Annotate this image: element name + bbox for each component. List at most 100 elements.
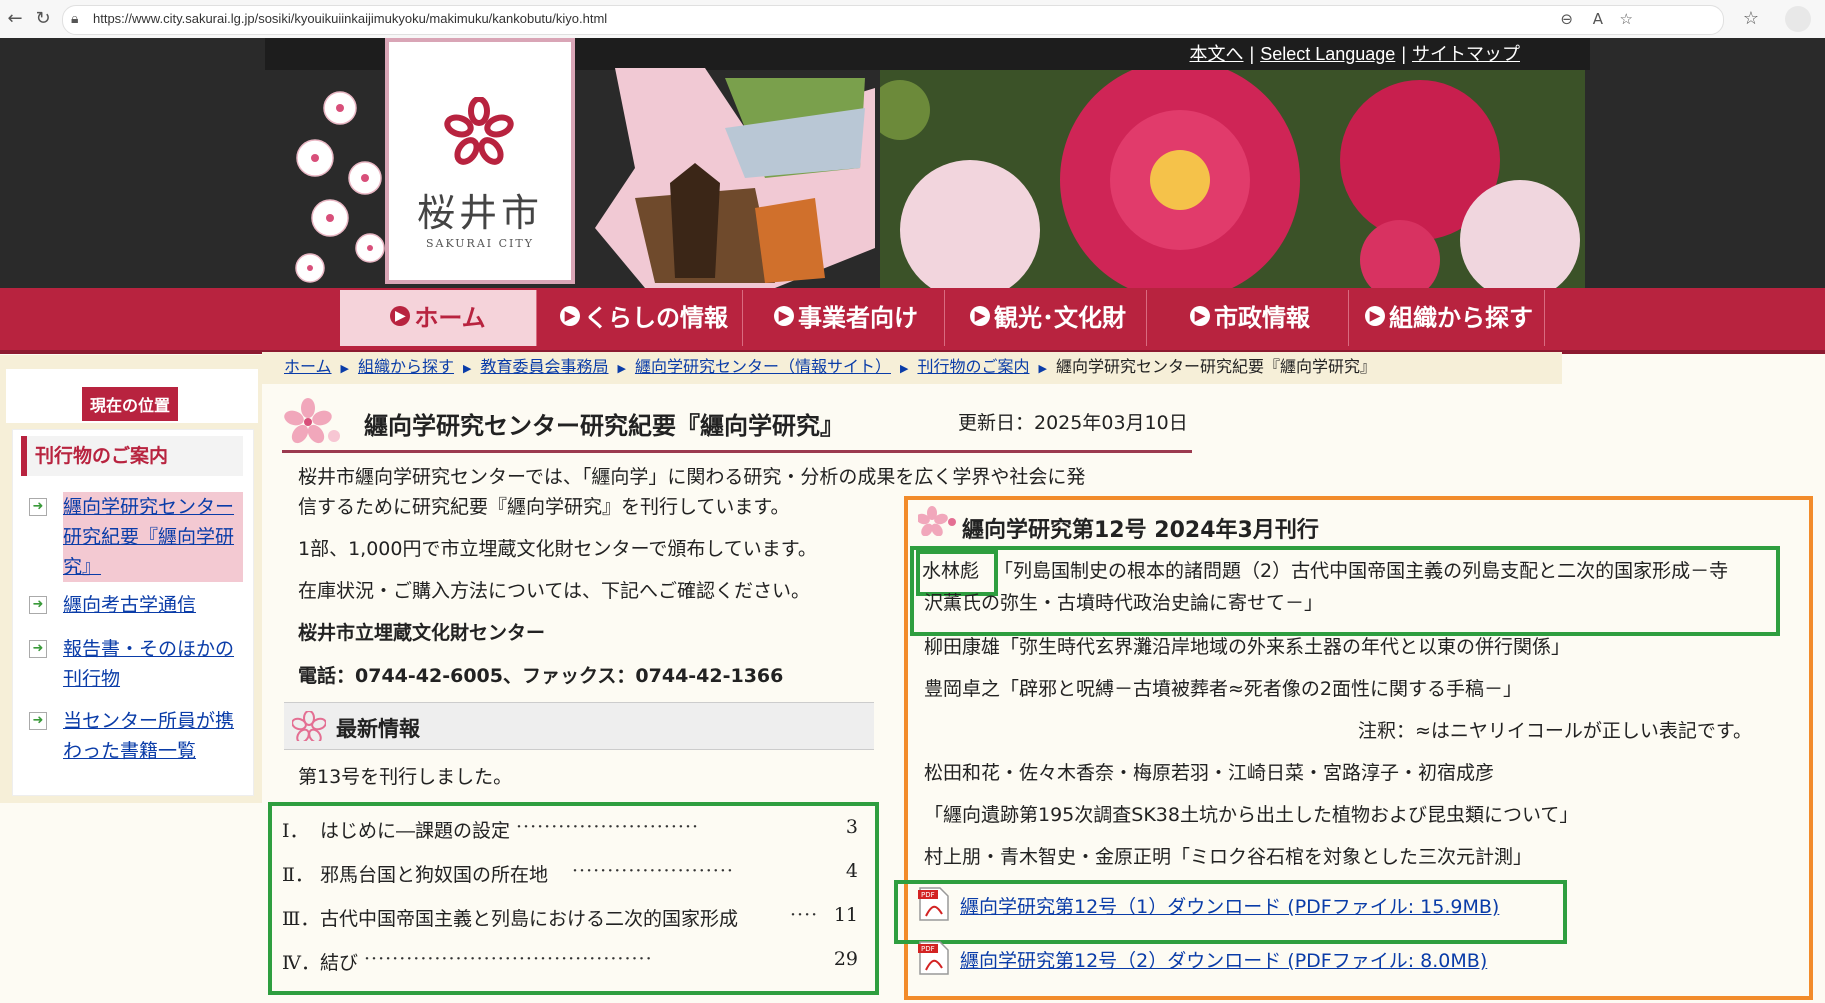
- breadcrumb-home[interactable]: ホーム: [284, 357, 332, 376]
- nav-arrow-icon: ▶: [1365, 306, 1385, 326]
- toc-num: Ⅰ．: [282, 820, 309, 842]
- nav-arrow-icon: ▶: [560, 306, 580, 326]
- pdf-icon: PDF: [918, 941, 949, 975]
- intro-line-1: 桜井市纒向学研究センターでは、「纒向学」に関わる研究・分析の成果を広く学界や社会…: [298, 466, 1086, 488]
- nav-arrow-icon: ▶: [774, 306, 794, 326]
- latest-info-heading: 最新情報: [284, 702, 874, 750]
- breadcrumb-separator-icon: ▶: [899, 362, 909, 375]
- nav-find-by-org-label: 組織から探す: [1389, 304, 1533, 332]
- article-4-authors: 松田和花・佐々木香奈・梅原若羽・江崎日菜・宮路淳子・初宿成彦: [924, 762, 1495, 784]
- arrow-bullet-icon: ➜: [29, 712, 47, 730]
- issue12-heading: 纒向学研究第12号 2024年3月刊行: [912, 504, 1792, 548]
- sitemap-link[interactable]: サイトマップ: [1412, 44, 1520, 64]
- arrow-bullet-icon: ➜: [29, 498, 47, 516]
- toc-num: Ⅳ．: [282, 952, 320, 974]
- sidebar-item-kiyo-link[interactable]: 纒向学研究センター 研究紀要『纒向学研 究』: [63, 492, 243, 582]
- zoom-icon[interactable]: ⊖: [1560, 10, 1573, 28]
- toc-title: 古代中国帝国主義と列島における二次的国家形成: [320, 908, 739, 930]
- sidebar-item-kiyo[interactable]: ➜ 纒向学研究センター 研究紀要『纒向学研 究』: [29, 492, 243, 584]
- nav-business-label: 事業者向け: [798, 304, 918, 332]
- issue12-title: 纒向学研究第12号 2024年3月刊行: [962, 518, 1319, 543]
- toc-row: Ⅱ． 邪馬台国と狗奴国の所在地 ······················· …: [282, 852, 862, 892]
- nav-living-info[interactable]: ▶ くらしの情報: [546, 290, 743, 346]
- sidebar-item-reports-link[interactable]: 報告書・そのほかの 刊行物: [63, 634, 243, 694]
- sidebar-item-tsushin-link[interactable]: 纒向考古学通信: [63, 590, 243, 620]
- nav-business[interactable]: ▶ 事業者向け: [748, 290, 945, 346]
- toc-num: Ⅲ．: [282, 908, 320, 930]
- peony-banner-image: [880, 70, 1585, 290]
- browser-toolbar: ← ↻ 🔒︎ https://www.city.sakurai.lg.jp/so…: [0, 0, 1825, 39]
- nav-city-admin[interactable]: ▶ 市政情報: [1152, 290, 1349, 346]
- download-pdf-2-link[interactable]: 纒向学研究第12号（2）ダウンロード (PDFファイル: 8.0MB): [960, 946, 1487, 973]
- sakura-photo-frame: [595, 68, 875, 288]
- nav-arrow-icon: ▶: [390, 306, 411, 326]
- nav-home[interactable]: ▶ ホーム: [340, 290, 537, 346]
- profile-icon[interactable]: [1785, 6, 1811, 32]
- article-5: 村上朋・青木智史・金原正明「ミロク谷石棺を対象とした三次元計測」: [924, 846, 1533, 868]
- sidebar-item-books[interactable]: ➜ 当センター所員が携 わった書籍一覧: [29, 706, 239, 768]
- toc-row: Ⅲ． 古代中国帝国主義と列島における二次的国家形成 ···· 11: [282, 896, 862, 936]
- nav-tourism-label: 観光･文化財: [994, 304, 1126, 332]
- sidebar-item-books-link[interactable]: 当センター所員が携 わった書籍一覧: [63, 706, 243, 766]
- breadcrumb-separator-icon: ▶: [1038, 362, 1047, 375]
- issue12-highlight-box: 纒向学研究第12号 2024年3月刊行 水林彪 「列島国制史の根本的諸問題（2）…: [894, 496, 1813, 1000]
- contact-phone: 電話：0744-42-6005、ファックス：0744-42-1366: [298, 665, 784, 687]
- flower-decoration-left: [295, 91, 385, 283]
- nav-home-label: ホーム: [414, 304, 486, 332]
- toc-num: Ⅱ．: [282, 864, 314, 886]
- nav-arrow-icon: ▶: [1190, 306, 1210, 326]
- arrow-bullet-icon: ➜: [29, 640, 47, 658]
- sidebar: 現在の位置 刊行物のご案内 ➜ 纒向学研究センター 研究紀要『纒向学研 究』 ➜ 纒…: [0, 355, 262, 803]
- skip-to-content-link[interactable]: 本文へ: [1190, 44, 1244, 64]
- city-logo[interactable]: 桜井市 SAKURAI CITY: [385, 38, 575, 284]
- breadcrumb-separator-icon: ▶: [617, 362, 626, 375]
- favorites-list-icon[interactable]: ☆: [1740, 8, 1762, 30]
- select-language-link[interactable]: Select Language: [1260, 44, 1395, 64]
- refresh-icon[interactable]: ↻: [32, 8, 54, 30]
- nav-tourism-culture[interactable]: ▶ 観光･文化財: [950, 290, 1147, 346]
- breadcrumb-publications[interactable]: 刊行物のご案内: [917, 357, 1029, 376]
- article-1-title-line-2: 沢薫氏の弥生・古墳時代政治史論に寄せて－」: [924, 592, 1324, 614]
- sidebar-item-tsushin[interactable]: ➜ 纒向考古学通信: [29, 590, 239, 622]
- read-aloud-icon[interactable]: A: [1593, 10, 1603, 28]
- article-1-title-line-1: 「列島国制史の根本的諸問題（2）古代中国帝国主義の列島支配と二次的国家形成－寺: [994, 560, 1729, 582]
- svg-text:PDF: PDF: [921, 945, 935, 953]
- nav-arrow-icon: ▶: [970, 306, 990, 326]
- pdf-icon: PDF: [918, 887, 949, 921]
- latest-info-title: 最新情報: [336, 717, 420, 741]
- breadcrumb-research-center[interactable]: 纒向学研究センター（情報サイト）: [635, 357, 891, 376]
- toc-row: Ⅳ． 結び ··································…: [282, 940, 862, 980]
- sakura-small-icon: [292, 711, 326, 741]
- toc-leader: ········································…: [364, 948, 653, 970]
- svg-text:PDF: PDF: [921, 891, 935, 899]
- nav-city-admin-label: 市政情報: [1214, 304, 1310, 332]
- breadcrumb-board-of-education[interactable]: 教育委員会事務局: [480, 357, 608, 376]
- download-pdf-1-link[interactable]: 纒向学研究第12号（1）ダウンロード (PDFファイル: 15.9MB): [960, 892, 1499, 919]
- arrow-bullet-icon: ➜: [29, 596, 47, 614]
- toc-page: 11: [833, 904, 858, 926]
- toc-leader: ····: [790, 904, 819, 926]
- site-header: 本文へ | Select Language | サイトマップ 桜井市 SAKURAI C…: [0, 38, 1825, 290]
- breadcrumb: ホーム ▶ 組織から探す ▶ 教育委員会事務局 ▶ 纒向学研究センター（情報サイト） ▶ 刊行物…: [262, 352, 1562, 384]
- article-3: 豊岡卓之「辟邪と呪縛－古墳被葬者≈死者像の2面性に関する手稿－」: [924, 678, 1523, 700]
- back-icon[interactable]: ←: [4, 8, 26, 30]
- city-emblem-icon: [444, 97, 514, 165]
- breadcrumb-separator-icon: ▶: [340, 362, 349, 375]
- url-text[interactable]: https://www.city.sakurai.lg.jp/sosiki/ky…: [93, 11, 607, 26]
- toc-title: 結び: [320, 952, 359, 974]
- sidebar-menu: 刊行物のご案内 ➜ 纒向学研究センター 研究紀要『纒向学研 究』 ➜ 纒向考古学通信…: [12, 429, 254, 796]
- favorite-icon[interactable]: ☆: [1620, 10, 1633, 28]
- breadcrumb-find-by-org[interactable]: 組織から探す: [358, 357, 454, 376]
- sidebar-title: 刊行物のご案内: [21, 436, 243, 476]
- nav-living-info-label: くらしの情報: [584, 304, 728, 332]
- address-bar[interactable]: 🔒︎ https://www.city.sakurai.lg.jp/sosiki…: [62, 5, 1724, 35]
- logo-city-name: 桜井市: [416, 191, 543, 235]
- toc-title: はじめに―課題の設定: [320, 820, 511, 842]
- nav-find-by-org[interactable]: ▶ 組織から探す: [1354, 290, 1545, 346]
- article-1-author: 水林彪: [922, 560, 980, 582]
- current-position-label: 現在の位置: [82, 387, 179, 421]
- intro-line-2: 信するために研究紀要『纒向学研究』を刊行しています。: [298, 496, 790, 518]
- sidebar-item-reports[interactable]: ➜ 報告書・そのほかの 刊行物: [29, 634, 239, 696]
- toc-row: Ⅰ． はじめに―課題の設定 ··························…: [282, 808, 862, 848]
- header-top-links: 本文へ | Select Language | サイトマップ: [1189, 44, 1521, 64]
